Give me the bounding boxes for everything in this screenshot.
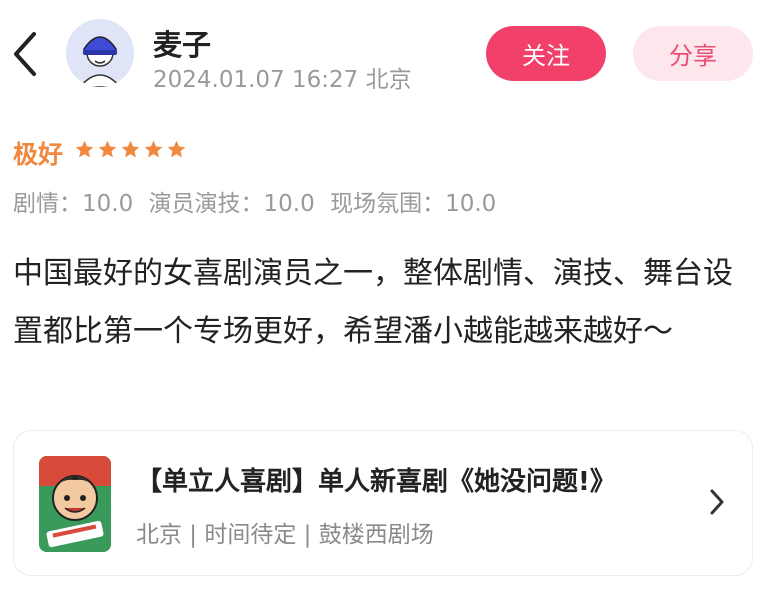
poster-illustration: [39, 456, 111, 552]
star-icon: [144, 140, 163, 158]
star-icon: [121, 140, 140, 158]
show-title: 【单立人喜剧】单人新喜剧《她没问题!》: [136, 467, 616, 497]
show-meta: 北京 | 时间待定 | 鼓楼西剧场: [136, 522, 434, 548]
back-button[interactable]: [8, 28, 44, 80]
user-avatar-illustration: [66, 19, 134, 87]
post-timestamp: 2024.01.07 16:27 北京: [153, 67, 412, 93]
chevron-right-icon: [710, 489, 724, 515]
star-icon: [98, 140, 117, 158]
follow-button[interactable]: 关注: [486, 26, 606, 81]
star-icon: [167, 140, 186, 158]
star-icon: [75, 140, 94, 158]
username: 麦子: [153, 28, 212, 62]
score-plot: 剧情：10.0: [13, 191, 134, 217]
score-acting: 演员演技：10.0: [148, 191, 315, 217]
show-card[interactable]: 【单立人喜剧】单人新喜剧《她没问题!》 北京 | 时间待定 | 鼓楼西剧场: [13, 430, 753, 576]
rating-stars: [74, 139, 187, 160]
show-poster: [39, 456, 111, 552]
share-button[interactable]: 分享: [633, 26, 753, 81]
rating-label: 极好: [13, 140, 64, 169]
sub-scores: 剧情：10.0 演员演技：10.0 现场氛围：10.0: [13, 184, 504, 218]
chevron-left-icon: [14, 32, 36, 76]
score-atmosphere: 现场氛围：10.0: [330, 191, 497, 217]
avatar[interactable]: [66, 19, 134, 87]
review-text: 中国最好的女喜剧演员之一，整体剧情、演技、舞台设置都比第一个专场更好，希望潘小越…: [13, 256, 733, 349]
